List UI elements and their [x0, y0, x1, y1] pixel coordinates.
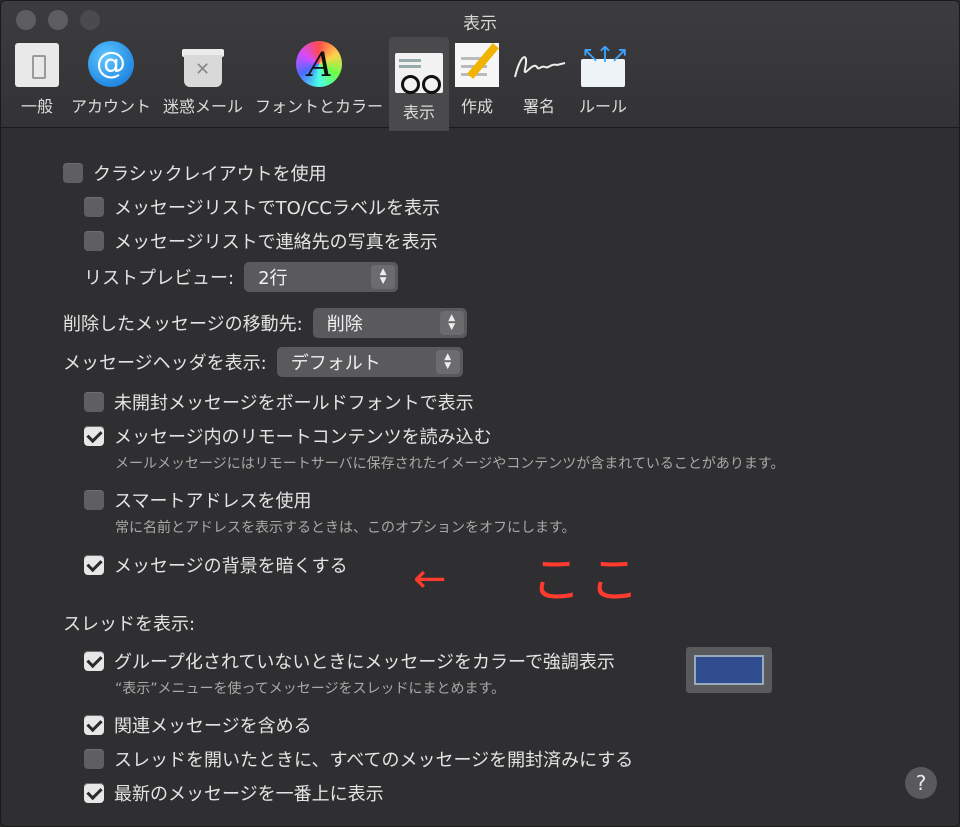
smart-address-description: 常に名前とアドレスを表示するときは、このオプションをオフにします。: [115, 520, 576, 536]
fonts-colors-icon: A: [296, 41, 343, 87]
titlebar: 表示 一般 @ アカウント 迷惑メール A フォントとカラー 表示: [1, 1, 959, 131]
remote-content-checkbox[interactable]: [84, 426, 104, 446]
classic-layout-option[interactable]: クラシックレイアウトを使用: [63, 160, 327, 186]
option-label: 未開封メッセージをボールドフォントで表示: [114, 393, 474, 414]
tab-general[interactable]: 一般: [9, 37, 65, 125]
move-deleted-row: 削除したメッセージの移動先: 削除 ▲ ▼: [63, 308, 467, 338]
smart-address-checkbox[interactable]: [84, 490, 104, 510]
option-label: メッセージ内のリモートコンテンツを読み込む: [114, 427, 492, 448]
tab-label: 署名: [523, 97, 556, 116]
option-label: メッセージリストで連絡先の写真を表示: [114, 232, 438, 253]
tab-label: 迷惑メール: [163, 97, 244, 116]
window-title: 表示: [463, 14, 497, 34]
help-button[interactable]: ?: [905, 767, 937, 799]
option-label: スレッドを開いたときに、すべてのメッセージを開封済みにする: [114, 750, 634, 771]
list-preview-row: リストプレビュー: 2行 ▲ ▼: [84, 262, 399, 292]
dark-background-option[interactable]: メッセージの背景を暗くする: [84, 552, 348, 578]
to-cc-labels-option[interactable]: メッセージリストでTO/CCラベルを表示: [84, 194, 440, 220]
threads-heading: スレッドを表示:: [63, 614, 196, 635]
composing-icon: [455, 43, 500, 87]
junk-mail-icon: [180, 43, 226, 87]
tab-viewing[interactable]: 表示: [389, 37, 450, 131]
tab-label: アカウント: [71, 97, 152, 116]
tab-composing[interactable]: 作成: [449, 37, 505, 125]
thread-color-swatch: [694, 655, 764, 685]
select-value: 削除: [326, 314, 363, 335]
option-label: グループ化されていないときにメッセージをカラーで強調表示: [114, 652, 615, 673]
newest-top-checkbox[interactable]: [84, 783, 104, 803]
list-preview-label: リストプレビュー:: [84, 268, 235, 289]
tab-label: 表示: [403, 103, 436, 122]
option-label: スマートアドレスを使用: [114, 491, 312, 512]
select-value: 2行: [258, 268, 288, 289]
tab-label: ルール: [579, 97, 628, 116]
move-deleted-label: 削除したメッセージの移動先:: [63, 314, 303, 335]
option-label: 関連メッセージを含める: [114, 716, 312, 737]
tab-accounts[interactable]: @ アカウント: [65, 37, 157, 125]
remote-content-description: メールメッセージにはリモートサーバに保存されたイメージやコンテンツが含まれている…: [115, 456, 785, 472]
bold-unread-checkbox[interactable]: [84, 392, 104, 412]
highlight-threads-checkbox[interactable]: [84, 651, 104, 671]
tab-label: 一般: [20, 97, 53, 116]
stepper-icon: ▲ ▼: [439, 311, 464, 335]
option-label: メッセージの背景を暗くする: [114, 556, 348, 577]
highlight-threads-description: “表示”メニューを使ってメッセージをスレッドにまとめます。: [115, 681, 506, 697]
tab-signatures[interactable]: 署名: [505, 37, 573, 125]
annotation-arrow: ←: [413, 556, 447, 602]
option-label: クラシックレイアウトを使用: [93, 164, 327, 185]
account-icon: @: [88, 41, 134, 87]
select-value: デフォルト: [290, 353, 381, 374]
preferences-toolbar: 一般 @ アカウント 迷惑メール A フォントとカラー 表示 作成: [9, 37, 633, 131]
tab-label: フォントとカラー: [255, 97, 384, 116]
include-related-checkbox[interactable]: [84, 715, 104, 735]
dark-background-checkbox[interactable]: [84, 555, 104, 575]
signature-icon: [511, 43, 567, 87]
mark-all-read-option[interactable]: スレッドを開いたときに、すべてのメッセージを開封済みにする: [84, 746, 633, 772]
show-header-label: メッセージヘッダを表示:: [63, 353, 267, 374]
annotation-text: ここ: [531, 551, 647, 609]
move-deleted-select[interactable]: 削除 ▲ ▼: [312, 308, 467, 338]
remote-content-option[interactable]: メッセージ内のリモートコンテンツを読み込む: [84, 423, 492, 449]
viewing-settings: クラシックレイアウトを使用 メッセージリストでTO/CCラベルを表示 メッセージ…: [1, 128, 959, 826]
stepper-icon: ▲ ▼: [435, 350, 460, 374]
show-header-select[interactable]: デフォルト ▲ ▼: [276, 347, 463, 377]
show-header-row: メッセージヘッダを表示: デフォルト ▲ ▼: [63, 347, 463, 377]
contact-photos-checkbox[interactable]: [84, 231, 104, 251]
smart-address-option[interactable]: スマートアドレスを使用: [84, 487, 311, 513]
list-preview-select[interactable]: 2行 ▲ ▼: [244, 262, 399, 292]
contact-photos-option[interactable]: メッセージリストで連絡先の写真を表示: [84, 228, 438, 254]
general-icon: [15, 43, 59, 87]
tab-rules[interactable]: ↖↑↗ ルール: [573, 37, 633, 125]
bold-unread-option[interactable]: 未開封メッセージをボールドフォントで表示: [84, 389, 474, 415]
highlight-threads-option[interactable]: グループ化されていないときにメッセージをカラーで強調表示: [84, 648, 615, 674]
to-cc-labels-checkbox[interactable]: [84, 197, 104, 217]
include-related-option[interactable]: 関連メッセージを含める: [84, 712, 312, 738]
viewing-icon: [395, 53, 444, 94]
preferences-window: 表示 一般 @ アカウント 迷惑メール A フォントとカラー 表示: [0, 0, 960, 827]
tab-junk-mail[interactable]: 迷惑メール: [157, 37, 249, 125]
tab-label: 作成: [461, 97, 494, 116]
rules-icon: ↖↑↗: [579, 43, 629, 87]
stepper-icon: ▲ ▼: [371, 265, 396, 289]
option-label: 最新のメッセージを一番上に表示: [114, 784, 384, 805]
newest-top-option[interactable]: 最新のメッセージを一番上に表示: [84, 780, 384, 806]
mark-all-read-checkbox[interactable]: [84, 749, 104, 769]
classic-layout-checkbox[interactable]: [63, 163, 83, 183]
thread-color-well[interactable]: [686, 647, 772, 693]
tab-fonts-colors[interactable]: A フォントとカラー: [249, 37, 389, 125]
option-label: メッセージリストでTO/CCラベルを表示: [114, 198, 441, 219]
